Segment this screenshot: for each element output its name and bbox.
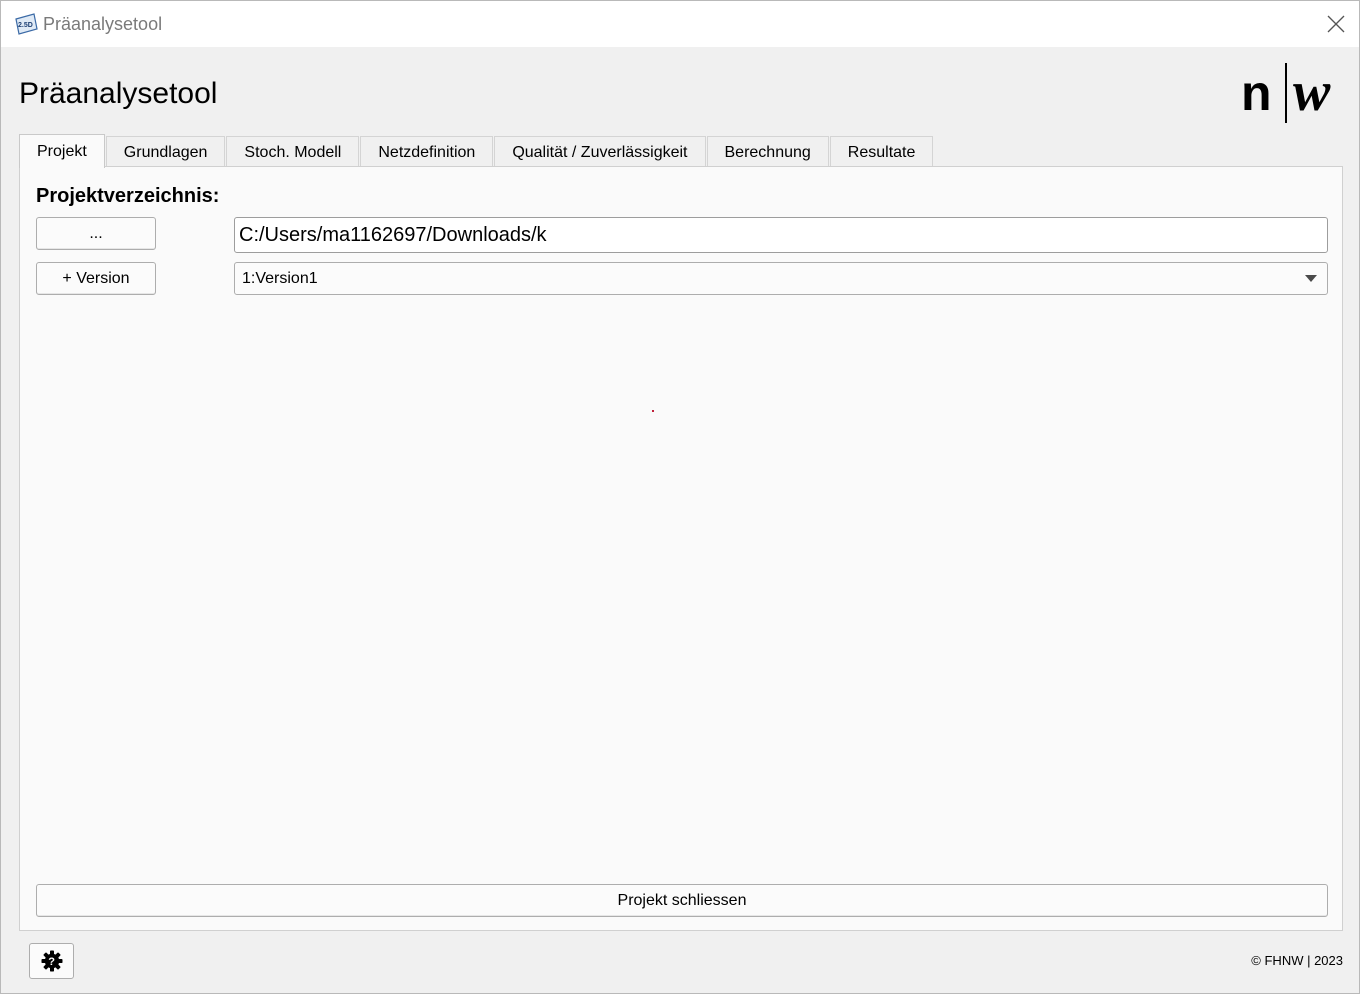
title-bar: 2.5D Präanalysetool: [1, 1, 1359, 47]
version-select[interactable]: 1:Version1: [234, 262, 1328, 295]
svg-text:?: ?: [48, 956, 55, 968]
settings-button[interactable]: ?: [29, 943, 74, 979]
fhnw-logo: n w: [1241, 61, 1346, 125]
version-selected-value: 1:Version1: [242, 269, 318, 287]
app-logo-icon: 2.5D: [14, 13, 38, 35]
add-version-button[interactable]: + Version: [36, 262, 156, 295]
tab-resultate[interactable]: Resultate: [829, 136, 934, 167]
close-window-button[interactable]: [1313, 1, 1359, 47]
logo-divider: [1285, 63, 1287, 123]
chevron-down-icon: [1305, 275, 1317, 282]
logo-letter-n: n: [1241, 65, 1272, 121]
tab-grundlagen[interactable]: Grundlagen: [105, 136, 226, 167]
tab-qualitaet-zuverlaessigkeit[interactable]: Qualität / Zuverlässigkeit: [494, 136, 706, 167]
browse-directory-button[interactable]: ...: [36, 217, 156, 250]
app-icon-label: 2.5D: [18, 22, 33, 29]
tab-berechnung[interactable]: Berechnung: [706, 136, 829, 167]
tab-projekt[interactable]: Projekt: [19, 134, 105, 168]
logo-letter-w: w: [1293, 63, 1331, 123]
project-path-input[interactable]: [234, 217, 1328, 253]
tab-netzdefinition[interactable]: Netzdefinition: [360, 136, 494, 167]
app-window: 2.5D Präanalysetool Präanalysetool n w P…: [0, 0, 1360, 994]
close-icon: [1327, 15, 1345, 33]
close-project-button[interactable]: Projekt schliessen: [36, 884, 1328, 917]
app-heading: Präanalysetool: [19, 77, 218, 110]
gear-question-icon: ?: [41, 950, 62, 972]
projekt-panel: Projektverzeichnis: ... + Version 1:Vers…: [19, 166, 1343, 931]
projektverzeichnis-label: Projektverzeichnis:: [36, 185, 220, 207]
tab-stoch-modell[interactable]: Stoch. Modell: [226, 136, 360, 167]
stray-pixel: [652, 410, 654, 412]
copyright-text: © FHNW | 2023: [1251, 953, 1343, 968]
window-title: Präanalysetool: [43, 14, 163, 34]
tab-bar: Projekt Grundlagen Stoch. Modell Netzdef…: [19, 134, 934, 168]
